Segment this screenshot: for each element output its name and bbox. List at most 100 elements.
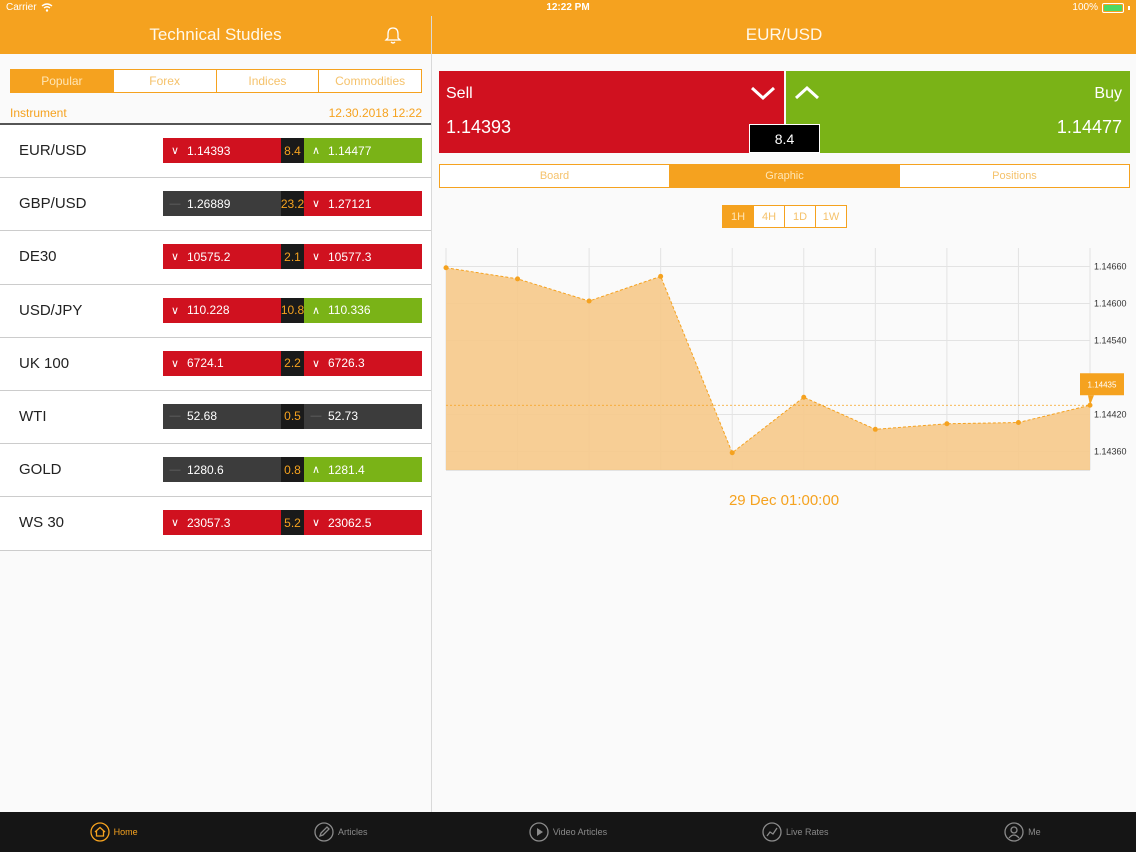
- instrument-name: WS 30: [19, 514, 65, 532]
- bid-price: 1280.6: [187, 462, 224, 477]
- bottom-tab-bar: Home Articles Video Articles Live Rates Me: [0, 812, 1136, 852]
- tabbar-item-video-articles[interactable]: Video Articles: [454, 812, 681, 852]
- instrument-row[interactable]: EUR/USD ∨ 1.14393 8.4 ∧ 1.14477: [0, 125, 431, 179]
- quote-bar: ∨ 10575.2 2.1 ∨ 10577.3: [163, 244, 422, 270]
- instrument-column-label: Instrument: [10, 106, 67, 120]
- tab-forex[interactable]: Forex: [112, 70, 216, 92]
- instrument-list: EUR/USD ∨ 1.14393 8.4 ∧ 1.14477 GBP/USD — 1.2688…: [0, 125, 431, 551]
- period-tab-1h[interactable]: 1H: [723, 206, 753, 227]
- last-price-label: 1.14435: [1088, 380, 1117, 389]
- page-title: Technical Studies: [149, 25, 282, 44]
- data-point: [515, 276, 521, 282]
- category-tabs: Popular Forex Indices Commodities: [10, 69, 422, 93]
- chart-icon: [762, 822, 782, 842]
- instrument-row[interactable]: UK 100 ∨ 6724.1 2.2 ∨ 6726.3: [0, 337, 431, 391]
- arrow-down-icon: ∨: [311, 198, 321, 211]
- instrument-row[interactable]: DE30 ∨ 10575.2 2.1 ∨ 10577.3: [0, 231, 431, 285]
- y-tick-label: 1.14540: [1094, 336, 1127, 346]
- ask-price-button[interactable]: ∨ 10577.3: [304, 244, 422, 270]
- bell-icon[interactable]: [383, 25, 403, 45]
- bid-price: 1.26889: [187, 196, 231, 211]
- bid-price-button[interactable]: ∨ 1.14393: [163, 138, 281, 163]
- buy-button[interactable]: Buy 1.14477: [786, 71, 1130, 153]
- data-point: [801, 394, 807, 400]
- tab-board[interactable]: Board: [440, 165, 669, 187]
- tabbar-label: Articles: [338, 827, 368, 837]
- ask-price-button[interactable]: ∨ 6726.3: [304, 350, 422, 376]
- ask-price-button[interactable]: ∧ 1281.4: [304, 457, 422, 483]
- ask-price-button[interactable]: — 52.73: [304, 403, 422, 429]
- buy-price: 1.14477: [1056, 117, 1122, 137]
- instrument-row[interactable]: GOLD — 1280.6 0.8 ∧ 1281.4: [0, 444, 431, 498]
- bid-price-button[interactable]: — 52.68: [163, 403, 281, 429]
- arrow-down-icon: ∨: [170, 251, 180, 264]
- spread-value: 10.8: [281, 297, 304, 323]
- ask-price: 23062.5: [328, 515, 372, 530]
- battery-label: 100%: [1072, 2, 1098, 13]
- bid-price-button[interactable]: ∨ 10575.2: [163, 244, 281, 270]
- y-tick-label: 1.14420: [1094, 410, 1127, 420]
- arrow-down-icon: ∨: [170, 517, 180, 530]
- instrument-list-header: Instrument 12.30.2018 12:22: [10, 103, 422, 123]
- data-point: [944, 421, 950, 427]
- bid-price: 1.14393: [187, 143, 231, 158]
- spread-value: 2.2: [281, 350, 304, 376]
- ask-price-button[interactable]: ∨ 1.27121: [304, 191, 422, 217]
- ask-price: 1281.4: [328, 462, 365, 477]
- data-point: [443, 265, 449, 271]
- period-tab-1w[interactable]: 1W: [815, 206, 846, 227]
- instrument-row[interactable]: WS 30 ∨ 23057.3 5.2 ∨ 23062.5: [0, 497, 431, 551]
- tabbar-item-articles[interactable]: Articles: [227, 812, 454, 852]
- bid-price-button[interactable]: — 1.26889: [163, 191, 281, 217]
- instrument-name: EUR/USD: [19, 142, 87, 159]
- bid-price-button[interactable]: — 1280.6: [163, 457, 281, 483]
- bid-price-button[interactable]: ∨ 110.228: [163, 297, 281, 323]
- y-tick-label: 1.14660: [1094, 262, 1127, 272]
- view-tabs: Board Graphic Positions: [439, 164, 1130, 188]
- instrument-row[interactable]: WTI — 52.68 0.5 — 52.73: [0, 390, 431, 445]
- tabbar-item-me[interactable]: Me: [909, 812, 1136, 852]
- instrument-row[interactable]: USD/JPY ∨ 110.228 10.8 ∧ 110.336: [0, 284, 431, 338]
- y-tick-label: 1.14360: [1094, 447, 1127, 457]
- spread-value: 2.1: [281, 244, 304, 270]
- buy-label: Buy: [1094, 85, 1122, 102]
- sell-button[interactable]: Sell 1.14393: [439, 71, 784, 153]
- arrow-down-icon: ∨: [311, 517, 321, 530]
- period-tab-1d[interactable]: 1D: [784, 206, 815, 227]
- ask-price-button[interactable]: ∧ 1.14477: [304, 138, 422, 163]
- battery-icon: [1102, 2, 1124, 13]
- spread-value: 0.5: [281, 403, 304, 429]
- period-tab-4h[interactable]: 4H: [753, 206, 784, 227]
- sell-price: 1.14393: [446, 117, 512, 137]
- quote-bar: — 52.68 0.5 — 52.73: [163, 403, 422, 429]
- ask-price-button[interactable]: ∨ 23062.5: [304, 510, 422, 536]
- pencil-icon: [314, 822, 334, 842]
- quote-bar: — 1.26889 23.2 ∨ 1.27121: [163, 191, 422, 217]
- tabbar-item-live-rates[interactable]: Live Rates: [682, 812, 909, 852]
- instrument-name: UK 100: [19, 354, 70, 372]
- arrow-up-icon: ∧: [311, 145, 321, 157]
- ask-price-button[interactable]: ∧ 110.336: [304, 297, 422, 323]
- tab-positions[interactable]: Positions: [899, 165, 1129, 187]
- tabbar-item-home[interactable]: Home: [0, 812, 227, 852]
- bid-price-button[interactable]: ∨ 23057.3: [163, 510, 281, 536]
- bid-price-button[interactable]: ∨ 6724.1: [163, 350, 281, 376]
- tab-commodities[interactable]: Commodities: [318, 70, 421, 92]
- tab-popular[interactable]: Popular: [11, 70, 113, 92]
- split-divider: [431, 16, 432, 812]
- chevron-down-icon: [750, 86, 776, 101]
- instrument-row[interactable]: GBP/USD — 1.26889 23.2 ∨ 1.27121: [0, 178, 431, 232]
- clock: 12:22 PM: [546, 2, 590, 13]
- arrow-up-icon: ∧: [311, 464, 321, 477]
- right-header: EUR/USD: [432, 16, 1136, 54]
- dash-icon: —: [310, 410, 322, 423]
- price-area: [446, 267, 1090, 470]
- last-update-datetime: 12.30.2018 12:22: [328, 106, 422, 120]
- ask-price: 6726.3: [328, 356, 365, 371]
- bid-price: 10575.2: [187, 249, 231, 264]
- tab-graphic[interactable]: Graphic: [669, 165, 899, 187]
- arrow-down-icon: ∨: [170, 304, 180, 317]
- tab-indices[interactable]: Indices: [215, 70, 319, 92]
- tabbar-label: Home: [113, 827, 138, 837]
- ask-price: 110.336: [328, 303, 371, 318]
